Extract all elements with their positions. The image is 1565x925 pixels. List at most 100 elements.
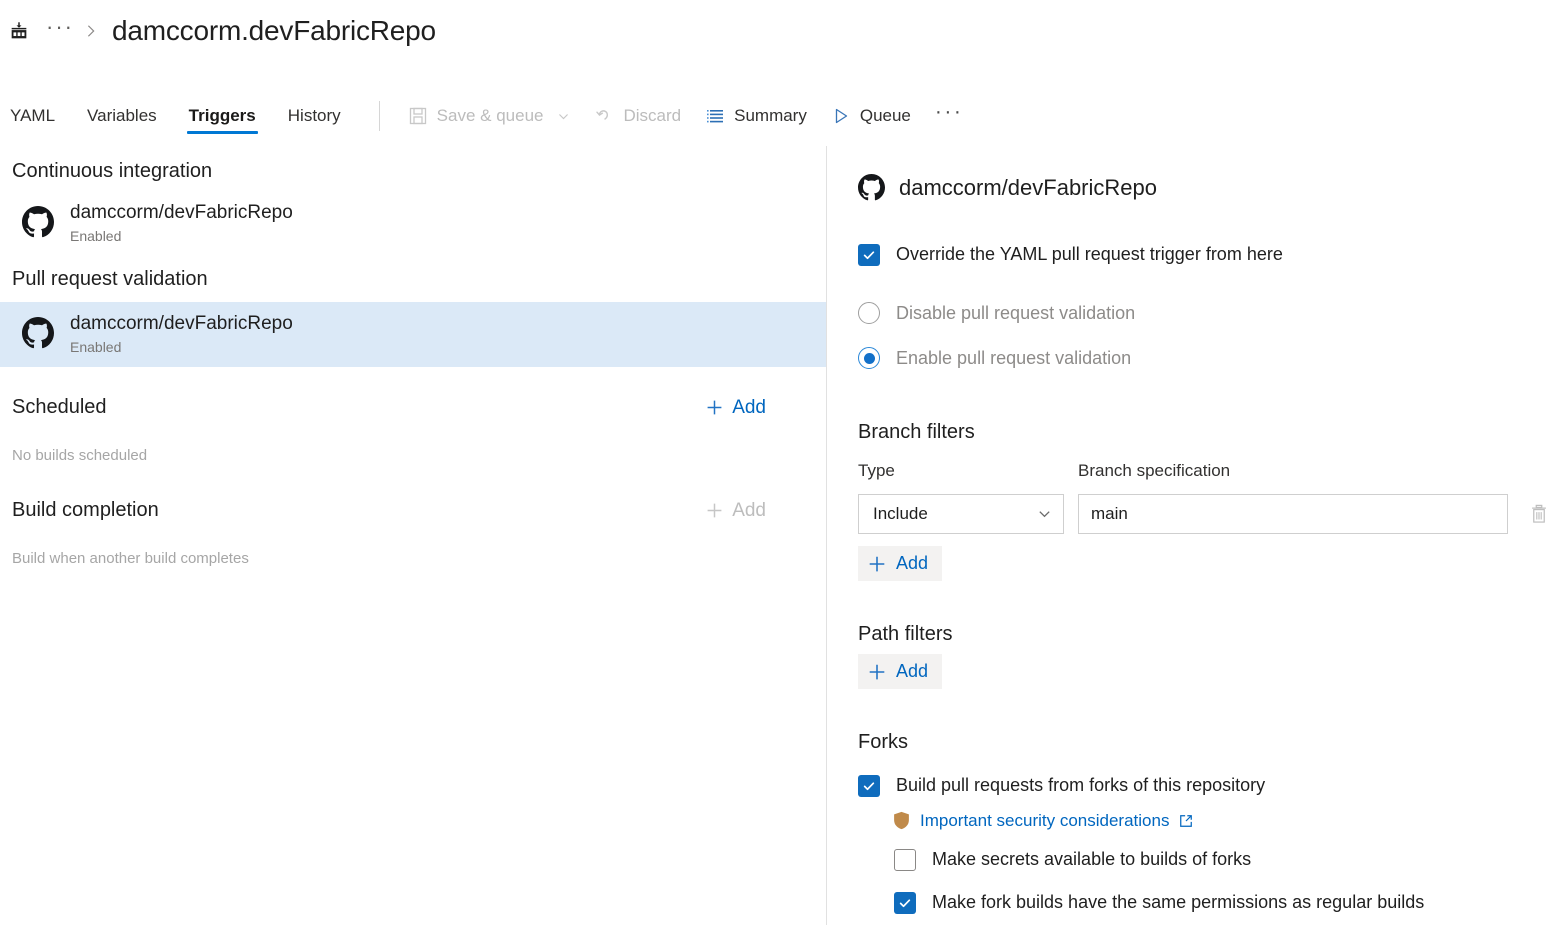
list-icon [705, 106, 725, 126]
chevron-down-icon [552, 110, 570, 123]
summary-button[interactable]: Summary [693, 97, 819, 135]
section-pr-title: Pull request validation [12, 268, 208, 291]
section-scheduled: Scheduled Add [0, 393, 826, 423]
tab-triggers-label: Triggers [189, 106, 256, 126]
section-ci-title: Continuous integration [12, 160, 212, 183]
build-completion-empty-text: Build when another build completes [0, 550, 826, 567]
trigger-item-pr-status: Enabled [70, 339, 293, 355]
plus-icon [868, 663, 886, 681]
branch-filter-add-button[interactable]: Add [858, 546, 942, 581]
external-link-icon [1179, 814, 1193, 828]
checkbox-checked-icon [858, 244, 880, 266]
content-panes: Continuous integration damccorm/devFabri… [0, 146, 1565, 925]
page-title: damccorm.devFabricRepo [112, 15, 436, 47]
security-considerations-label: Important security considerations [920, 811, 1169, 831]
delete-branch-filter-button[interactable] [1524, 499, 1554, 529]
checkbox-checked-icon [894, 892, 916, 914]
save-and-queue-button[interactable]: Save & queue [396, 97, 583, 135]
radio-enable-pr-validation[interactable]: Enable pull request validation [858, 347, 1565, 369]
plus-icon [706, 399, 723, 416]
breadcrumb: ··· damccorm.devFabricRepo [0, 0, 436, 62]
github-icon [858, 174, 885, 201]
triggers-list-pane: Continuous integration damccorm/devFabri… [0, 146, 827, 925]
discard-button[interactable]: Discard [582, 97, 693, 135]
build-forks-checkbox[interactable]: Build pull requests from forks of this r… [858, 774, 1565, 797]
branch-filter-row: Include main [858, 494, 1565, 534]
branch-specification-input[interactable]: main [1078, 494, 1508, 534]
summary-label: Summary [734, 106, 807, 126]
security-considerations-link[interactable]: Important security considerations [893, 811, 1565, 831]
save-icon [408, 106, 428, 126]
branch-filter-type-select[interactable]: Include [858, 494, 1064, 534]
plus-icon [868, 555, 886, 573]
path-filter-add-button[interactable]: Add [858, 654, 942, 689]
path-filters-title: Path filters [858, 623, 1565, 646]
trash-icon [1528, 503, 1550, 525]
scheduled-empty-text: No builds scheduled [0, 447, 826, 464]
section-continuous-integration: Continuous integration [0, 160, 826, 183]
trigger-details-pane: damccorm/devFabricRepo Override the YAML… [828, 146, 1565, 925]
tab-variables[interactable]: Variables [71, 88, 173, 144]
play-icon [831, 106, 851, 126]
fork-secrets-label: Make secrets available to builds of fork… [932, 848, 1251, 871]
tab-yaml[interactable]: YAML [0, 88, 71, 144]
save-and-queue-label: Save & queue [437, 106, 544, 126]
forks-title: Forks [858, 731, 1565, 754]
build-completion-add-label: Add [732, 500, 766, 522]
radio-unselected-icon [858, 302, 880, 324]
tab-list: YAML Variables Triggers History [0, 88, 357, 144]
queue-label: Queue [860, 106, 911, 126]
section-scheduled-title: Scheduled [12, 396, 107, 419]
pipeline-triggers-page: ··· damccorm.devFabricRepo YAML Variable… [0, 0, 1565, 925]
undo-icon [594, 106, 614, 126]
chevron-right-icon [84, 24, 112, 38]
section-build-completion-title: Build completion [12, 499, 159, 522]
checkbox-unchecked-icon [894, 849, 916, 871]
tab-history[interactable]: History [272, 88, 357, 144]
build-forks-label: Build pull requests from forks of this r… [896, 774, 1265, 797]
branch-filters-title: Branch filters [858, 421, 1565, 444]
azure-pipelines-icon[interactable] [8, 20, 30, 42]
branch-filter-type-value: Include [873, 504, 928, 524]
branch-filters-column-headers: Type Branch specification [858, 461, 1565, 481]
branch-filter-add-label: Add [896, 553, 928, 574]
build-completion-add-button[interactable]: Add [698, 496, 774, 526]
trigger-item-ci-status: Enabled [70, 228, 293, 244]
tab-history-label: History [288, 106, 341, 126]
path-filter-add-label: Add [896, 661, 928, 682]
details-repo-header: damccorm/devFabricRepo [828, 146, 1565, 201]
trigger-item-pr[interactable]: damccorm/devFabricRepo Enabled [0, 302, 826, 367]
breadcrumb-overflow[interactable]: ··· [46, 16, 74, 46]
section-build-completion: Build completion Add [0, 496, 826, 526]
tab-variables-label: Variables [87, 106, 157, 126]
trigger-item-ci[interactable]: damccorm/devFabricRepo Enabled [0, 191, 826, 256]
shield-icon [893, 811, 910, 830]
branch-specification-value: main [1091, 504, 1128, 524]
fork-secrets-checkbox[interactable]: Make secrets available to builds of fork… [894, 848, 1565, 871]
tab-yaml-label: YAML [10, 106, 55, 126]
details-repo-title: damccorm/devFabricRepo [899, 175, 1157, 201]
override-yaml-trigger-label: Override the YAML pull request trigger f… [896, 243, 1283, 266]
toolbar-divider [379, 101, 380, 131]
radio-disable-pr-validation[interactable]: Disable pull request validation [858, 302, 1565, 324]
branch-filter-spec-label: Branch specification [1078, 461, 1230, 481]
discard-label: Discard [623, 106, 681, 126]
scheduled-add-button[interactable]: Add [698, 393, 774, 423]
queue-button[interactable]: Queue [819, 97, 923, 135]
fork-permissions-checkbox[interactable]: Make fork builds have the same permissio… [894, 891, 1565, 914]
scheduled-add-label: Add [732, 397, 766, 419]
trigger-item-pr-name: damccorm/devFabricRepo [70, 312, 293, 336]
branch-filter-type-label: Type [858, 461, 1078, 481]
github-icon [22, 206, 54, 238]
trigger-item-ci-name: damccorm/devFabricRepo [70, 201, 293, 225]
tab-triggers[interactable]: Triggers [173, 88, 272, 144]
radio-selected-icon [858, 347, 880, 369]
toolbar-overflow-button[interactable]: ··· [923, 101, 975, 131]
section-pull-request-validation: Pull request validation [0, 268, 826, 291]
fork-permissions-label: Make fork builds have the same permissio… [932, 891, 1424, 914]
override-yaml-trigger-checkbox[interactable]: Override the YAML pull request trigger f… [858, 243, 1565, 266]
plus-icon [706, 502, 723, 519]
github-icon [22, 317, 54, 349]
toolbar: YAML Variables Triggers History Save & [0, 88, 1565, 144]
radio-disable-pr-validation-label: Disable pull request validation [896, 303, 1135, 324]
